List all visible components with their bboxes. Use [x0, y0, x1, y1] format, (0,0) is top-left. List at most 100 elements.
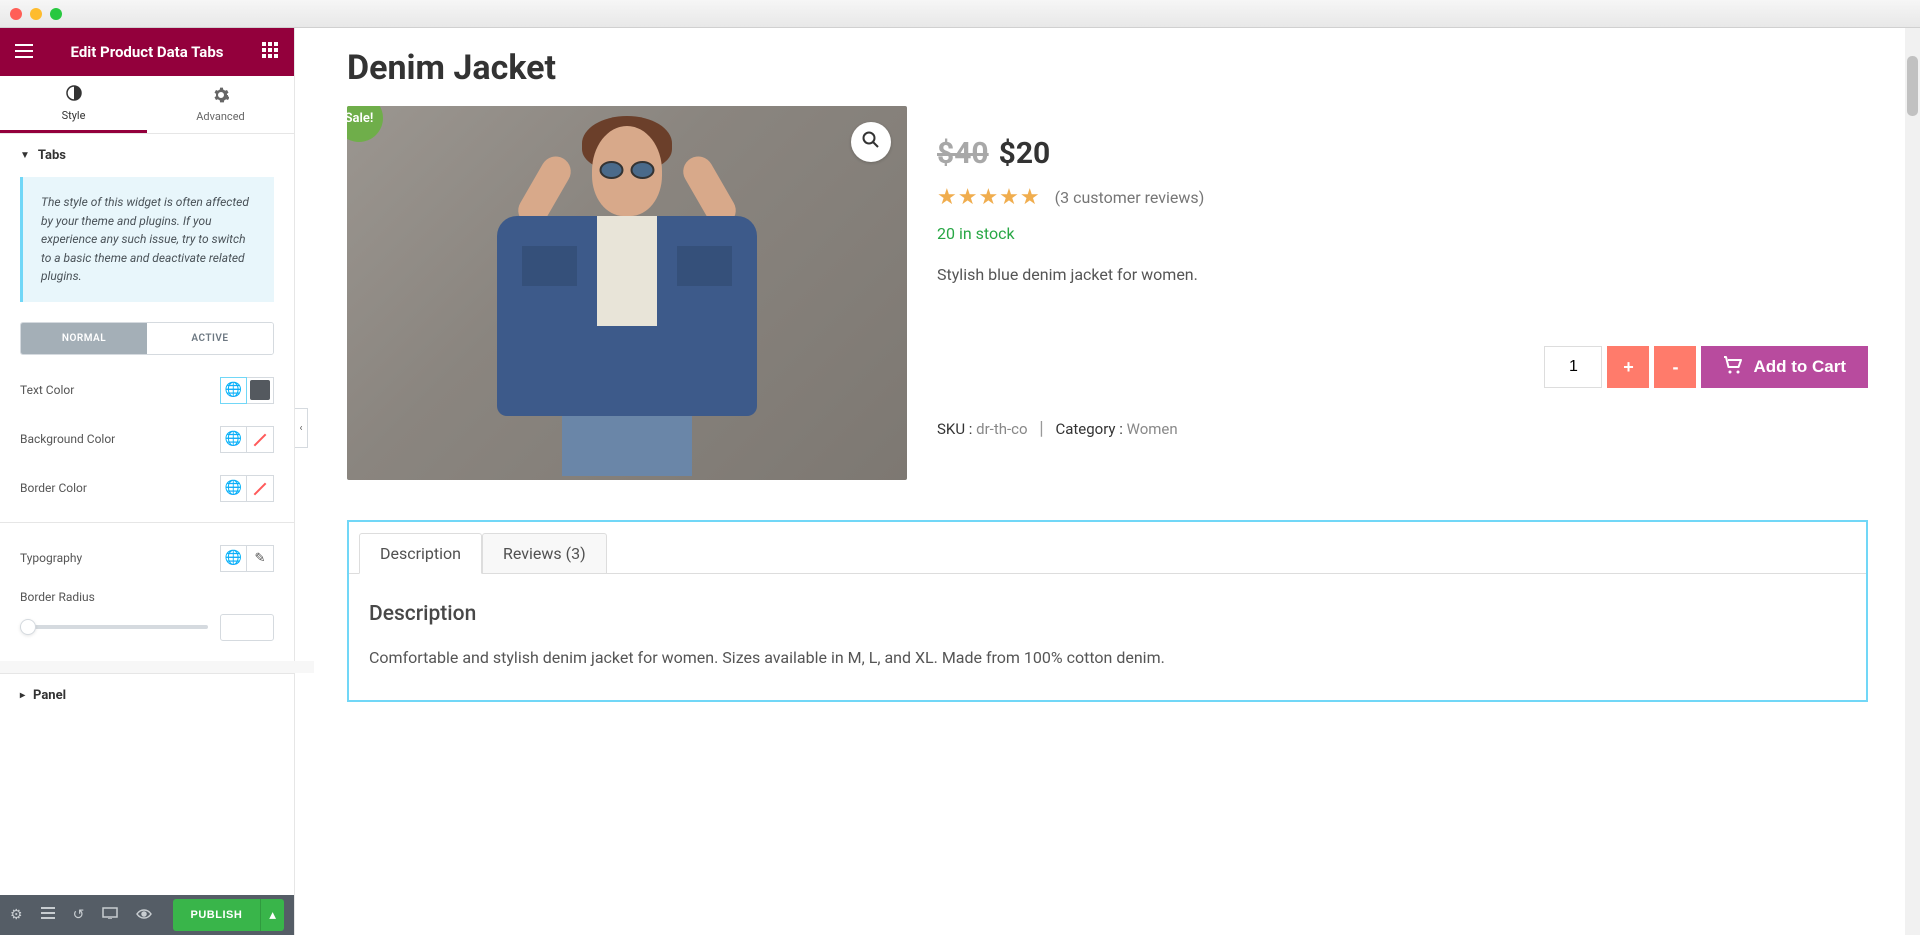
globe-dynamic-button[interactable]: 🌐 [220, 377, 247, 404]
meta-separator: | [1039, 418, 1043, 439]
border-radius-slider[interactable] [20, 625, 208, 629]
responsive-icon[interactable] [102, 907, 118, 923]
editor-mode-tabs: Style Advanced [0, 76, 294, 134]
caret-up-icon: ▴ [269, 907, 276, 922]
border-radius-input[interactable] [220, 614, 274, 641]
history-icon[interactable]: ↺ [73, 907, 85, 923]
color-swatch-icon [250, 380, 270, 400]
background-color-picker[interactable] [247, 426, 274, 453]
globe-dynamic-button[interactable]: 🌐 [220, 545, 247, 572]
tab-advanced-label: Advanced [196, 110, 244, 123]
publish-button[interactable]: PUBLISH [173, 899, 262, 931]
sku-label: SKU : [937, 420, 972, 438]
gear-icon [213, 87, 229, 106]
sale-badge: Sale! [347, 106, 383, 142]
quantity-minus-button[interactable]: - [1654, 346, 1696, 388]
theme-info-notice: The style of this widget is often affect… [20, 177, 274, 302]
caret-right-icon: ▸ [20, 690, 25, 701]
navigator-icon[interactable] [41, 906, 55, 924]
globe-dynamic-button[interactable]: 🌐 [220, 426, 247, 453]
control-border-radius: Border Radius [20, 590, 274, 641]
add-to-cart-button[interactable]: Add to Cart [1701, 346, 1868, 388]
globe-icon: 🌐 [225, 382, 242, 398]
section-tabs-header[interactable]: ▼ Tabs [0, 134, 294, 177]
short-description: Stylish blue denim jacket for women. [937, 265, 1868, 284]
editor-sidebar: Edit Product Data Tabs Style Advanced [0, 28, 295, 935]
slider-handle-icon[interactable] [20, 619, 36, 635]
no-color-icon [250, 478, 270, 498]
typography-label: Typography [20, 551, 82, 565]
publish-options-button[interactable]: ▴ [261, 899, 284, 931]
hamburger-icon [15, 43, 33, 62]
magnifier-icon [862, 131, 880, 153]
close-window-icon[interactable] [10, 8, 22, 20]
product-meta: SKU : dr-th-co | Category : Women [937, 418, 1868, 439]
control-background-color: Background Color 🌐 [20, 426, 274, 453]
globe-dynamic-button[interactable]: 🌐 [220, 475, 247, 502]
product-image[interactable]: Sale! [347, 106, 907, 480]
caret-down-icon: ▼ [20, 150, 30, 161]
category-link[interactable]: Women [1127, 420, 1178, 438]
cart-icon [1723, 356, 1743, 379]
tab-style[interactable]: Style [0, 76, 147, 133]
reviews-link[interactable]: (3 customer reviews) [1055, 188, 1205, 207]
price: $40 $20 [937, 136, 1868, 171]
editor-title: Edit Product Data Tabs [38, 43, 256, 61]
preview-canvas: Denim Jacket Sale! [295, 28, 1920, 935]
info-text: The style of this widget is often affect… [41, 195, 249, 283]
editor-header: Edit Product Data Tabs [0, 28, 294, 76]
description-heading: Description [369, 602, 1846, 626]
price-new: $20 [999, 136, 1051, 171]
widgets-grid-button[interactable] [256, 38, 284, 66]
stock-status: 20 in stock [937, 224, 1868, 243]
chevron-left-icon: ‹ [299, 423, 302, 434]
collapse-sidebar-handle[interactable]: ‹ [295, 408, 308, 448]
no-color-icon [250, 429, 270, 449]
grid-icon [262, 42, 278, 62]
control-typography: Typography 🌐 ✎ [20, 545, 274, 572]
minimize-window-icon[interactable] [30, 8, 42, 20]
quantity-plus-button[interactable]: + [1607, 346, 1649, 388]
text-color-picker[interactable] [247, 377, 274, 404]
pencil-icon: ✎ [255, 551, 266, 566]
star-rating-icon: ★★★★★ [937, 185, 1041, 210]
state-toggle: NORMAL ACTIVE [20, 322, 274, 355]
settings-icon[interactable]: ⚙ [10, 907, 23, 923]
data-tabs-nav: Description Reviews (3) [349, 522, 1866, 574]
section-tabs-label: Tabs [38, 148, 66, 163]
category-label: Category : [1055, 420, 1122, 438]
tab-advanced[interactable]: Advanced [147, 76, 294, 133]
globe-icon: 🌐 [225, 431, 242, 447]
quantity-input[interactable] [1544, 346, 1602, 388]
globe-icon: 🌐 [225, 550, 242, 566]
price-old: $40 [937, 136, 989, 171]
semicircle-icon [65, 84, 83, 105]
text-color-label: Text Color [20, 383, 74, 397]
section-tabs-body: The style of this widget is often affect… [0, 177, 294, 522]
tab-description[interactable]: Description [359, 533, 482, 574]
globe-icon: 🌐 [225, 480, 242, 496]
product-summary: $40 $20 ★★★★★ (3 customer reviews) 20 in… [937, 106, 1868, 480]
scrollbar-thumb[interactable] [1907, 56, 1918, 116]
product-data-tabs-widget[interactable]: Description Reviews (3) Description Comf… [347, 520, 1868, 702]
section-panel-header[interactable]: ▸ Panel [0, 673, 294, 717]
tab-reviews[interactable]: Reviews (3) [482, 533, 607, 574]
maximize-window-icon[interactable] [50, 8, 62, 20]
border-color-label: Border Color [20, 481, 87, 495]
product-title: Denim Jacket [347, 48, 1868, 88]
border-color-picker[interactable] [247, 475, 274, 502]
state-normal[interactable]: NORMAL [21, 323, 147, 354]
menu-button[interactable] [10, 38, 38, 66]
background-color-label: Background Color [20, 432, 115, 446]
state-active[interactable]: ACTIVE [147, 323, 273, 354]
scrollbar-track[interactable] [1905, 28, 1920, 935]
editor-footer: ⚙ ↺ PUBLISH ▴ [0, 895, 294, 935]
typography-edit-button[interactable]: ✎ [247, 545, 274, 572]
section-panel-label: Panel [33, 688, 66, 703]
preview-icon[interactable] [136, 907, 152, 923]
zoom-button[interactable] [851, 122, 891, 162]
control-border-color: Border Color 🌐 [20, 475, 274, 502]
control-text-color: Text Color 🌐 [20, 377, 274, 404]
add-to-cart-label: Add to Cart [1753, 357, 1846, 377]
sku-value: dr-th-co [976, 420, 1027, 438]
